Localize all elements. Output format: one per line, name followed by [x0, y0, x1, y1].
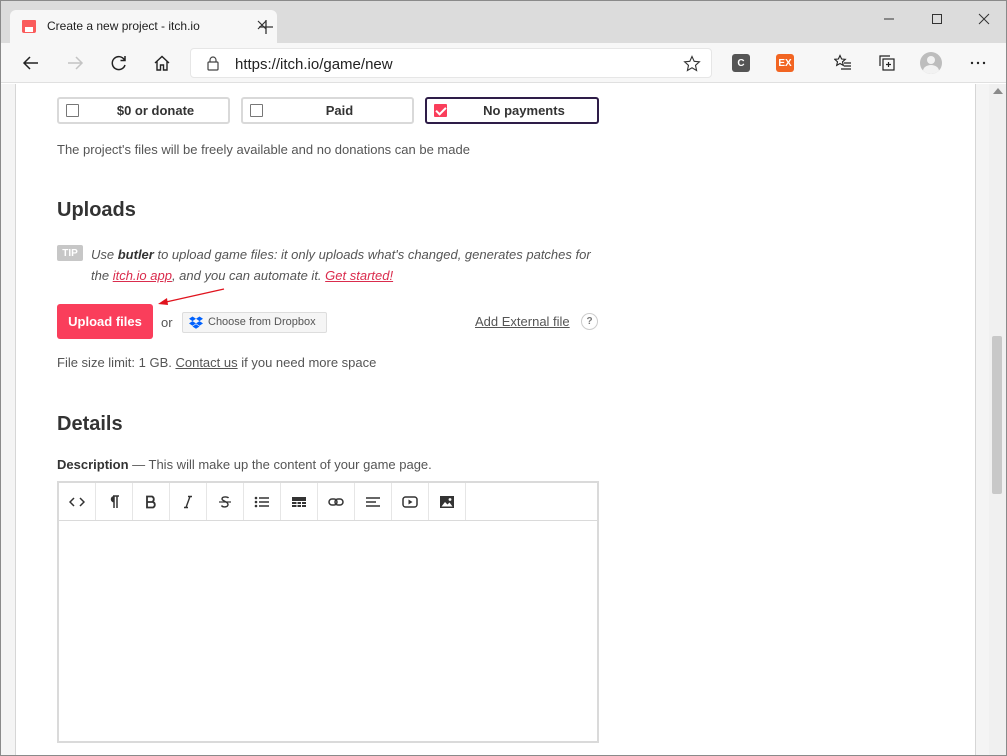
uploads-heading: Uploads	[57, 199, 136, 221]
red-arrow-annotation-icon	[158, 288, 225, 305]
paragraph-icon[interactable]	[96, 483, 133, 520]
minimize-button[interactable]	[869, 7, 909, 31]
description-label: Description — This will make up the cont…	[57, 457, 432, 472]
favorites-button[interactable]	[832, 52, 854, 74]
maximize-icon	[932, 14, 942, 24]
tip-text: Use butler to upload game files: it only…	[91, 247, 591, 283]
close-window-button[interactable]	[964, 7, 1004, 31]
forward-button[interactable]	[64, 52, 86, 74]
extension-c-icon[interactable]: C	[732, 54, 750, 72]
profile-avatar[interactable]	[920, 52, 942, 74]
pricing-option-donate[interactable]: $0 or donate	[57, 97, 230, 124]
choose-from-dropbox-button[interactable]: Choose from Dropbox	[182, 312, 327, 333]
pricing-option-no-payments[interactable]: No payments	[425, 97, 599, 124]
favorites-list-icon	[834, 54, 851, 70]
scrollbar-thumb[interactable]	[992, 336, 1002, 494]
minimize-icon	[884, 18, 894, 20]
video-icon[interactable]	[392, 483, 429, 520]
maximize-button[interactable]	[917, 7, 957, 31]
strikethrough-icon[interactable]	[207, 483, 244, 520]
table-icon[interactable]	[281, 483, 318, 520]
home-button[interactable]	[151, 52, 173, 74]
more-menu-button[interactable]	[967, 52, 989, 74]
browser-window: Create a new project - itch.io https://i…	[0, 0, 1007, 756]
itchio-favicon-icon	[22, 20, 36, 33]
home-icon	[154, 55, 170, 71]
url-text: https://itch.io/game/new	[235, 56, 393, 73]
link-icon[interactable]	[318, 483, 355, 520]
back-arrow-icon	[22, 56, 38, 70]
contact-us-link[interactable]: Contact us	[175, 355, 237, 370]
address-bar[interactable]: https://itch.io/game/new	[190, 48, 712, 78]
butler-term: butler	[117, 247, 154, 262]
scroll-up-arrow-icon[interactable]	[993, 88, 1003, 94]
editor-toolbar	[59, 483, 597, 521]
new-tab-button[interactable]	[255, 16, 277, 38]
more-dots-icon	[970, 61, 986, 65]
upload-files-button[interactable]: Upload files	[57, 304, 153, 339]
collections-icon	[879, 55, 895, 71]
page-content: $0 or donate Paid No payments The projec…	[15, 84, 976, 755]
close-icon	[978, 13, 990, 25]
favorite-star-icon[interactable]	[683, 55, 701, 73]
forward-arrow-icon	[68, 56, 84, 70]
tab-title: Create a new project - itch.io	[47, 19, 200, 33]
add-external-file-link[interactable]: Add External file	[475, 314, 570, 329]
plus-icon	[259, 20, 273, 34]
italic-icon[interactable]	[170, 483, 207, 520]
extension-ex-icon[interactable]: EX	[776, 54, 794, 72]
or-label: or	[161, 315, 173, 330]
collections-button[interactable]	[876, 52, 898, 74]
refresh-icon	[111, 55, 126, 71]
bulleted-list-icon[interactable]	[244, 483, 281, 520]
details-heading: Details	[57, 413, 123, 435]
itchio-app-link[interactable]: itch.io app	[113, 268, 172, 283]
dropbox-icon	[189, 316, 203, 329]
get-started-link[interactable]: Get started!	[325, 268, 393, 283]
title-bar: Create a new project - itch.io	[1, 1, 1006, 43]
refresh-button[interactable]	[108, 52, 130, 74]
tip-badge: TIP	[57, 245, 83, 261]
file-size-limit-text: File size limit: 1 GB. Contact us if you…	[57, 355, 377, 370]
vertical-scrollbar[interactable]	[989, 84, 1006, 755]
description-editor[interactable]	[57, 481, 599, 743]
bold-icon[interactable]	[133, 483, 170, 520]
lock-icon[interactable]	[205, 55, 221, 71]
pricing-option-paid[interactable]: Paid	[241, 97, 414, 124]
back-button[interactable]	[20, 52, 42, 74]
page-viewport: $0 or donate Paid No payments The projec…	[1, 84, 1006, 755]
align-icon[interactable]	[355, 483, 392, 520]
browser-tab[interactable]: Create a new project - itch.io	[10, 10, 277, 43]
browser-toolbar: https://itch.io/game/new C EX	[1, 43, 1006, 83]
pricing-help-text: The project's files will be freely avail…	[57, 142, 470, 157]
image-icon[interactable]	[429, 483, 466, 520]
code-icon[interactable]	[59, 483, 96, 520]
help-question-icon[interactable]: ?	[581, 313, 598, 330]
